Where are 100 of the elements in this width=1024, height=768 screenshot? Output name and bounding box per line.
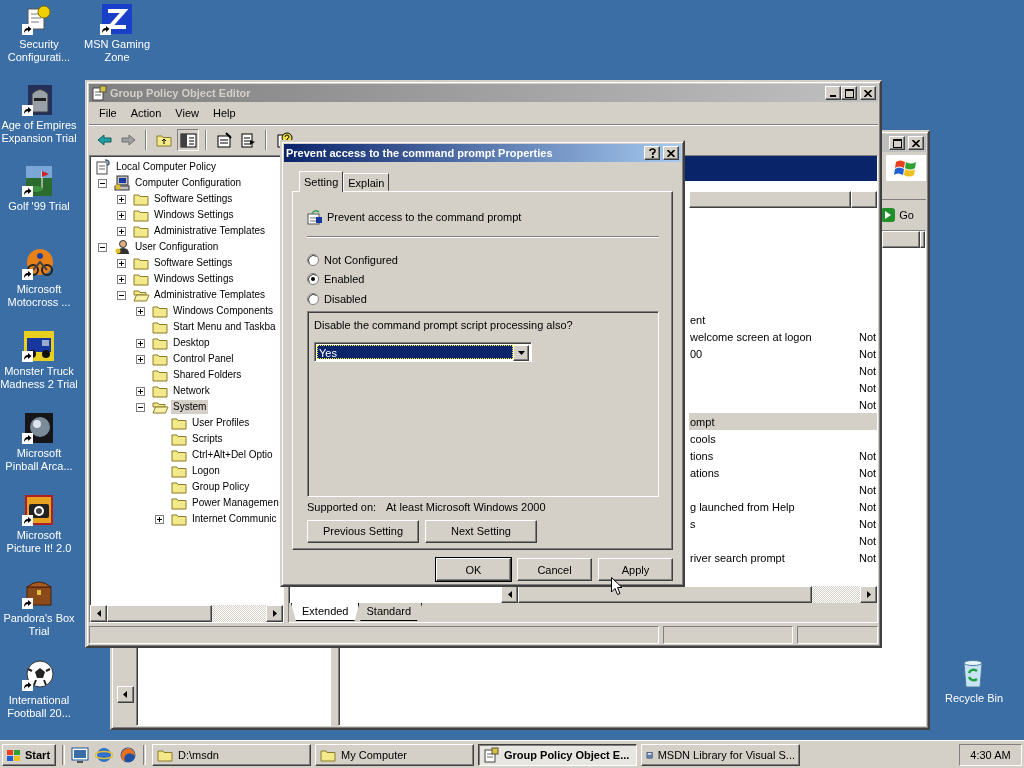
taskbar-button[interactable]: My Computer: [315, 743, 474, 766]
collapse-icon[interactable]: [136, 402, 145, 412]
icon-label[interactable]: Recycle Bin: [944, 692, 1004, 705]
scroll-left-button[interactable]: [90, 605, 107, 622]
taskbar-button[interactable]: MSDN Library for Visual S...: [641, 743, 800, 766]
start-button[interactable]: Start: [2, 743, 56, 766]
expand-icon[interactable]: [136, 306, 145, 316]
menu-item[interactable]: File: [93, 105, 123, 121]
browser-icon[interactable]: [95, 745, 113, 764]
tree-item[interactable]: Software Settings: [152, 192, 235, 206]
expand-icon[interactable]: [117, 226, 126, 236]
icon-label[interactable]: Golf '99 Trial: [8, 200, 70, 213]
expand-icon[interactable]: [117, 258, 126, 268]
icon-label[interactable]: Microsoft Motocross ...: [0, 283, 78, 309]
tree-item[interactable]: Computer Configuration: [133, 176, 244, 190]
soccer-ball-icon[interactable]: [22, 659, 56, 691]
radio-label[interactable]: Enabled: [324, 273, 365, 286]
icon-label[interactable]: International Football 20...: [0, 694, 78, 720]
desktop-icon[interactable]: [71, 745, 89, 764]
tree-item[interactable]: Shared Folders: [171, 368, 244, 382]
scroll-right-button[interactable]: [266, 605, 283, 622]
truck-icon[interactable]: [22, 330, 56, 362]
column-header[interactable]: [882, 231, 920, 248]
collapse-icon[interactable]: [117, 290, 126, 300]
radio-button[interactable]: [307, 273, 319, 286]
tab[interactable]: Setting: [299, 171, 344, 192]
camera-icon[interactable]: [22, 494, 56, 526]
menu-item[interactable]: View: [169, 105, 205, 121]
tree-item[interactable]: Windows Settings: [152, 272, 236, 286]
nav-button[interactable]: Next Setting: [425, 519, 537, 543]
view-tab[interactable]: Extended: [291, 603, 360, 621]
dialog-button[interactable]: Cancel: [517, 558, 592, 581]
collapse-icon[interactable]: [98, 178, 107, 188]
icon-label[interactable]: Monster Truck Madness 2 Trial: [0, 365, 78, 391]
tree-item[interactable]: Administrative Templates: [152, 224, 267, 238]
tree-item[interactable]: Scripts: [190, 432, 225, 446]
nav-button[interactable]: Previous Setting: [307, 519, 419, 543]
pane-icon[interactable]: [177, 129, 199, 151]
menu-item[interactable]: Action: [124, 105, 168, 121]
expand-icon[interactable]: [117, 210, 126, 220]
expand-icon[interactable]: [155, 514, 164, 524]
fox-globe-icon[interactable]: [119, 745, 137, 764]
tree-item[interactable]: Power Managemen: [190, 496, 281, 510]
tree-item[interactable]: Control Panel: [171, 352, 236, 366]
expand-icon[interactable]: [136, 354, 145, 364]
setting-state: Not: [858, 347, 877, 360]
app-icon[interactable]: [100, 3, 134, 35]
tree-item[interactable]: System: [171, 400, 209, 414]
radio-label[interactable]: Not Configured: [324, 253, 398, 266]
column-header[interactable]: [920, 231, 925, 248]
taskbar-button[interactable]: Group Policy Object E...: [478, 743, 637, 766]
radio-button[interactable]: [307, 292, 319, 305]
expand-icon[interactable]: [136, 386, 145, 396]
dropdown[interactable]: Yes: [314, 341, 532, 362]
column-header[interactable]: [689, 191, 851, 208]
dialog-button[interactable]: Apply: [598, 558, 673, 581]
icon-label[interactable]: Microsoft Picture It! 2.0: [0, 529, 78, 555]
tree-item[interactable]: Software Settings: [152, 256, 235, 270]
tree-item[interactable]: Local Computer Policy: [114, 160, 219, 174]
icon-label[interactable]: Security Configurati...: [0, 38, 78, 64]
dialog-button[interactable]: OK: [436, 558, 511, 581]
taskbar-button[interactable]: D:\msdn: [152, 743, 311, 766]
close-button[interactable]: [663, 146, 679, 160]
scroll-left-button[interactable]: [116, 686, 134, 703]
tree-item[interactable]: Group Policy: [190, 480, 252, 494]
tree-item[interactable]: User Configuration: [133, 240, 221, 254]
tree-item[interactable]: Administrative Templates: [152, 288, 267, 302]
tree-item[interactable]: User Profiles: [190, 416, 252, 430]
scroll-thumb[interactable]: [518, 586, 812, 603]
selected-row[interactable]: ompt: [689, 413, 877, 430]
tree-item[interactable]: Logon: [190, 464, 222, 478]
go-button[interactable]: Go: [881, 207, 926, 223]
help-button[interactable]: [644, 146, 660, 160]
tree-item[interactable]: Internet Communic: [190, 512, 279, 526]
icon-label[interactable]: Microsoft Pinball Arca...: [0, 447, 78, 473]
scroll-thumb[interactable]: [107, 605, 212, 622]
expand-icon[interactable]: [136, 338, 145, 348]
radio-label[interactable]: Disabled: [324, 292, 367, 305]
tree-item[interactable]: Ctrl+Alt+Del Optio: [190, 448, 275, 462]
icon-label[interactable]: Age of Empires Expansion Trial: [0, 119, 78, 145]
tree-item[interactable]: Windows Components: [171, 304, 276, 318]
menu-item[interactable]: Help: [206, 105, 242, 121]
collapse-icon[interactable]: [98, 242, 107, 252]
computer-icon: [114, 175, 131, 191]
icon-label[interactable]: Pandora's Box Trial: [0, 612, 78, 638]
tree-item[interactable]: Network: [171, 384, 212, 398]
tab[interactable]: Explain: [343, 173, 390, 191]
scroll-right-button[interactable]: [860, 586, 877, 603]
icon-label[interactable]: MSN Gaming Zone: [78, 38, 156, 64]
motorbike-icon[interactable]: [22, 248, 56, 280]
setting-name: river search prompt: [690, 551, 785, 564]
column-header[interactable]: [851, 191, 877, 208]
dropdown-button[interactable]: [513, 344, 529, 361]
setting-state: Not: [858, 534, 877, 547]
expand-icon[interactable]: [117, 274, 126, 284]
expand-icon[interactable]: [117, 194, 126, 204]
tree-item[interactable]: Windows Settings: [152, 208, 236, 222]
tree-item[interactable]: Desktop: [171, 336, 212, 350]
tree-item[interactable]: Start Menu and Taskba: [171, 320, 278, 334]
radio-button[interactable]: [307, 253, 319, 266]
